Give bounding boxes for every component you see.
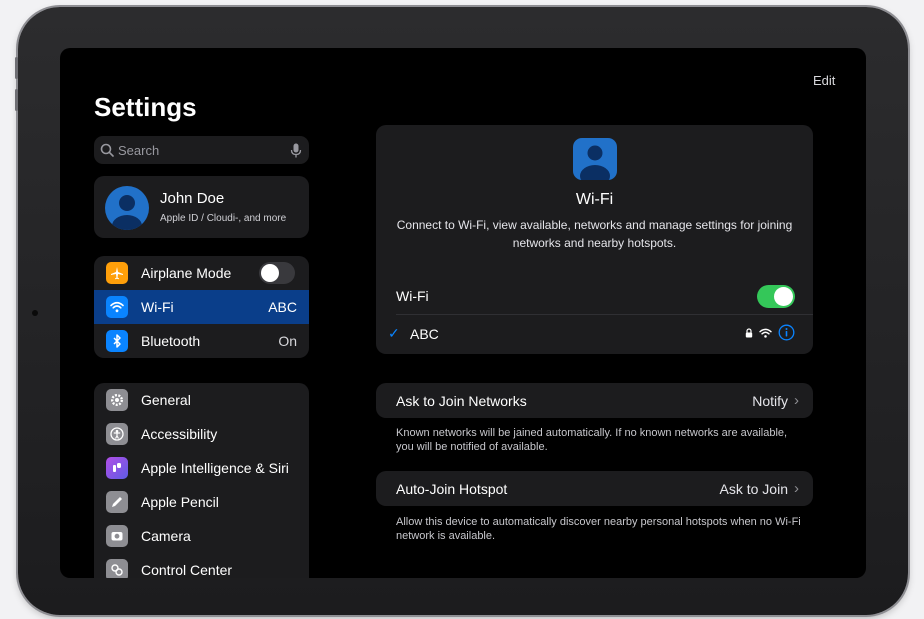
auto-join-label: Auto-Join Hotspot [396,480,508,497]
sidebar-item-airplane-mode[interactable]: Airplane Mode [94,256,309,290]
profile-subtitle: Apple ID / Cloudi-, and more [160,213,287,224]
sidebar-item-label: Control Center [141,562,233,578]
auto-join-hotspot-row[interactable]: Auto-Join Hotspot Ask to Join › [376,471,813,506]
sidebar-item-camera[interactable]: Camera [94,519,309,553]
network-status-icons [745,324,795,341]
sidebar-item-bluetooth[interactable]: Bluetooth On [94,324,309,358]
sidebar-item-value: ABC [268,299,297,315]
wifi-card-title: Wi-Fi [575,191,614,208]
ask-to-join-label: Ask to Join Networks [396,392,527,409]
checkmark-icon: ✓ [388,325,400,341]
sidebar-item-label: Camera [141,528,191,544]
side-button [15,57,18,79]
sidebar-item-accessibility[interactable]: Accessibility [94,417,309,451]
search-bar[interactable]: Search [94,136,309,164]
connected-network-name[interactable]: ABC [410,326,439,342]
info-icon[interactable] [778,324,795,341]
apple-id-profile[interactable]: John Doe Apple ID / Cloudi-, and more [94,176,309,238]
avatar [105,186,149,230]
auto-join-footer: Allow this device to automatically disco… [396,516,801,542]
sidebar-item-control-center[interactable]: Control Center [94,553,309,578]
search-icon [100,143,114,157]
airplane-icon [106,262,128,284]
sidebar-item-label: Airplane Mode [141,265,232,281]
ask-to-join-value: Notify [752,392,788,409]
sidebar-item-apple-intelligence-siri[interactable]: Apple Intelligence & Siri [94,451,309,485]
wifi-toggle-label: Wi-Fi [396,288,429,304]
wifi-card-description: Connect to Wi-Fi, view available, networ… [396,218,793,250]
sidebar-item-label: Accessibility [141,426,218,442]
wifi-card: Wi-Fi Connect to Wi-Fi, view available, … [376,125,813,354]
sidebar-item-label: Wi-Fi [141,299,174,315]
sidebar-item-label: General [141,392,191,408]
screen: Settings Search John Doe Apple ID / Clou… [60,48,866,578]
sidebar-item-label: Apple Pencil [141,494,219,510]
connectivity-group: Airplane Mode Wi-Fi ABC Bluetooth On [94,256,309,358]
wifi-signal-icon [759,328,772,338]
bluetooth-icon [106,330,128,352]
sidebar-item-apple-pencil[interactable]: Apple Pencil [94,485,309,519]
wifi-settings-icon [573,138,617,180]
general-group: General Accessibility Apple Intelligence… [94,383,309,578]
lock-icon [745,327,753,337]
divider [396,314,813,315]
ask-to-join-footer: Known networks will be jained automatica… [396,427,788,453]
sidebar-item-general[interactable]: General [94,383,309,417]
sidebar-item-value: On [278,333,297,349]
airplane-mode-toggle[interactable] [259,262,295,284]
sidebar-item-label: Bluetooth [141,333,201,349]
ipad-frame: Settings Search John Doe Apple ID / Clou… [15,7,908,615]
auto-join-value: Ask to Join [719,480,788,497]
chevron-right-icon: › [794,392,799,409]
gear-icon [106,389,128,411]
profile-name: John Doe [160,190,225,207]
edit-button[interactable]: Edit [813,73,835,88]
camera-icon [106,525,128,547]
wifi-icon [106,296,128,318]
pencil-icon [106,491,128,513]
control-center-icon [106,559,128,578]
search-input[interactable]: Search [118,143,290,158]
ask-to-join-networks-row[interactable]: Ask to Join Networks Notify › [376,383,813,418]
side-button [15,89,18,111]
microphone-icon[interactable] [290,143,302,158]
page-title: Settings [94,92,197,122]
sidebar-item-label: Apple Intelligence & Siri [141,460,289,476]
front-camera [32,310,38,316]
sidebar-item-wifi[interactable]: Wi-Fi ABC [94,290,309,324]
wifi-toggle[interactable] [757,285,795,308]
chevron-right-icon: › [794,480,799,497]
accessibility-icon [106,423,128,445]
siri-icon [106,457,128,479]
